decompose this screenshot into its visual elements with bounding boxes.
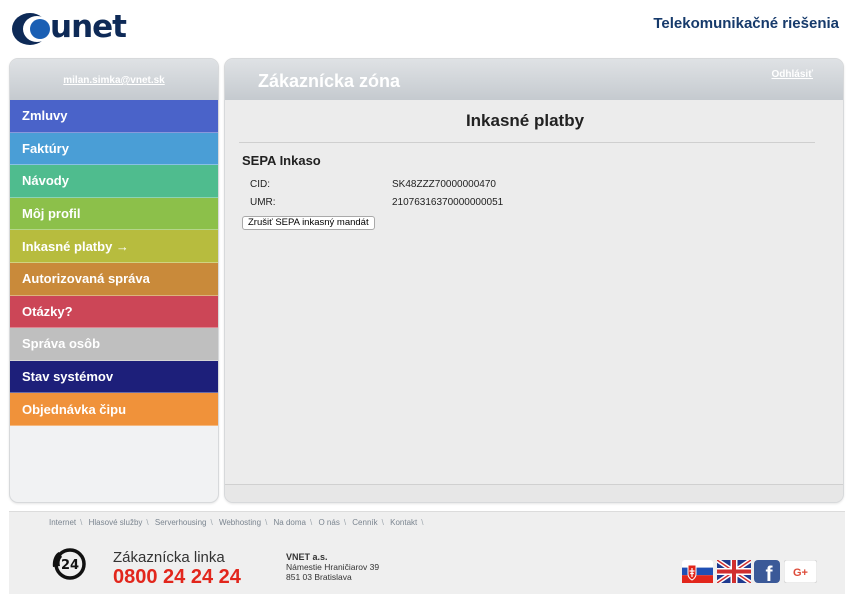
company-city: 851 03 Bratislava [286,572,352,582]
section-title: SEPA Inkaso [242,153,321,168]
footer: Internet \ Hlasové služby \ Serverhousing \… [9,511,845,594]
footer-separator: \ [210,518,213,527]
main-footer-bar [225,484,843,502]
umr-label: UMR: [250,197,276,208]
vnet-logo[interactable]: unet [10,9,127,45]
logo-text: unet [50,9,127,45]
main-panel: Zákaznícka zóna Odhlásiť Inkasné platby … [224,58,844,503]
uk-flag-icon[interactable] [717,560,751,583]
sidebar-item-objednavka-cipu[interactable]: Objednávka čipu [10,393,218,426]
google-plus-glyph: G+ [793,567,808,579]
footer-link-cennik[interactable]: Cenník [352,518,377,527]
sidebar-item-moj-profil[interactable]: Môj profil [10,197,218,231]
facebook-glyph: f [766,563,774,583]
footer-links: Internet \ Hlasové služby \ Serverhousing \… [49,518,427,527]
phone-icon-text: 24 [61,558,79,573]
sidebar-item-autorizovana-sprava[interactable]: Autorizovaná správa [10,262,218,296]
user-email-link[interactable]: milan.simka@vnet.sk [63,75,164,86]
umr-value: 21076316370000000051 [392,197,504,208]
logo-mark-icon [12,13,51,45]
sidebar-item-inkasne-platby[interactable]: Inkasné platby → [10,230,218,263]
footer-separator: \ [80,518,83,527]
hotline-label: Zákaznícka linka [113,549,225,566]
page-title: Inkasné platby [465,111,585,130]
cancel-mandate-button[interactable]: Zrušiť SEPA inkasný mandát [242,216,375,230]
sidebar-item-stav-systemov[interactable]: Stav systémov [10,360,218,394]
footer-link-webhosting[interactable]: Webhosting [219,518,261,527]
google-plus-icon[interactable]: G+ [784,560,817,583]
footer-separator: \ [421,518,424,527]
company-address: VNET a.s. Námestie Hraničiarov 39 851 03… [286,552,379,582]
footer-separator: \ [381,518,384,527]
main-header: Zákaznícka zóna Odhlásiť [225,59,843,100]
sidebar-item-zmluvy[interactable]: Zmluvy [10,100,218,133]
footer-link-o-nas[interactable]: O nás [318,518,339,527]
sidebar-header: milan.simka@vnet.sk [10,59,218,100]
footer-link-kontakt[interactable]: Kontakt [390,518,417,527]
tagline: Telekomunikačné riešenia [653,15,839,32]
footer-link-hlasove-sluzby[interactable]: Hlasové služby [89,518,143,527]
footer-link-internet[interactable]: Internet [49,518,76,527]
sidebar: milan.simka@vnet.sk Zmluvy Faktúry Návod… [9,58,219,503]
cid-label: CID: [250,179,270,190]
sidebar-item-sprava-osob[interactable]: Správa osôb [10,328,218,361]
sidebar-item-faktury[interactable]: Faktúry [10,132,218,166]
title-divider [239,142,815,143]
sidebar-menu: Zmluvy Faktúry Návody Môj profil Inkasné… [10,100,218,426]
sidebar-item-navody[interactable]: Návody [10,165,218,198]
company-name: VNET a.s. [286,552,328,562]
footer-separator: \ [343,518,347,527]
footer-link-serverhousing[interactable]: Serverhousing [155,518,207,527]
sidebar-item-otazky[interactable]: Otázky? [10,295,218,329]
logout-link[interactable]: Odhlásiť [772,69,813,80]
zone-title: Zákaznícka zóna [258,71,401,91]
footer-separator: \ [146,518,149,527]
cid-value: SK48ZZZ70000000470 [392,179,496,190]
facebook-icon[interactable]: f [754,560,780,583]
footer-link-na-doma[interactable]: Na doma [274,518,306,527]
slovak-flag-icon[interactable] [682,560,713,583]
phone-24-icon: 24 [52,548,86,580]
company-street: Námestie Hraničiarov 39 [286,562,380,572]
footer-separator: \ [310,518,313,527]
hotline-number[interactable]: 0800 24 24 24 [113,566,241,589]
footer-separator: \ [265,518,268,527]
